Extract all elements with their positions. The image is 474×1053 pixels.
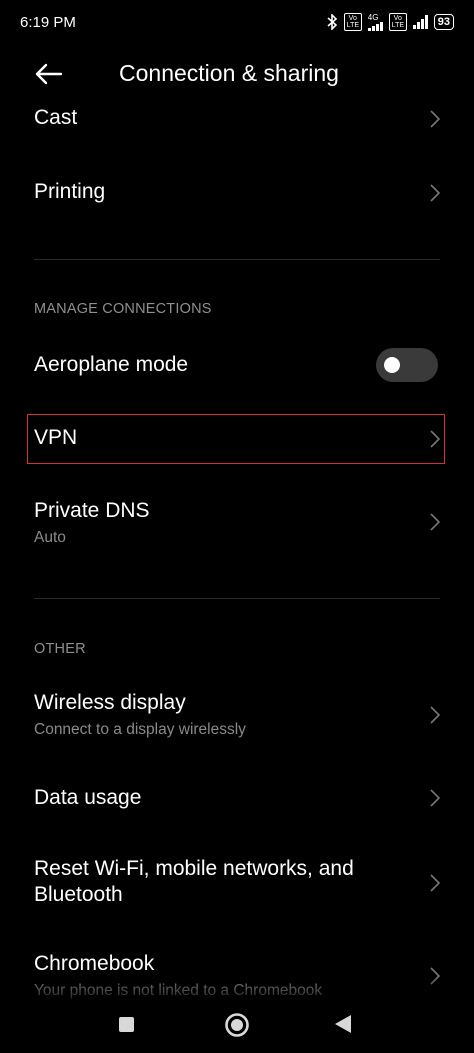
chevron-right-icon	[430, 110, 440, 128]
recents-square-icon[interactable]	[118, 1016, 135, 1033]
data-usage-item[interactable]: Data usage	[0, 786, 474, 816]
navigation-bar	[0, 1000, 474, 1053]
vpn-item[interactable]: VPN	[0, 426, 474, 456]
home-circle-icon[interactable]	[224, 1012, 250, 1038]
status-bar: 6:19 PM Vo LTE 4G Vo LTE 93	[0, 0, 474, 44]
bluetooth-icon	[327, 14, 337, 30]
reset-network-item[interactable]: Reset Wi-Fi, mobile networks, and Blueto…	[0, 857, 474, 911]
chromebook-item[interactable]: Chromebook Your phone is not linked to a…	[0, 952, 474, 1002]
reset-network-label-line2: Bluetooth	[34, 883, 123, 906]
private-dns-value: Auto	[34, 529, 66, 546]
reset-network-label-line1: Reset Wi-Fi, mobile networks, and	[34, 857, 354, 880]
chromebook-label: Chromebook	[34, 952, 155, 975]
status-icons: Vo LTE 4G Vo LTE 93	[326, 13, 454, 31]
printing-label: Printing	[34, 180, 106, 203]
chevron-right-icon	[430, 967, 440, 985]
aeroplane-mode-toggle[interactable]	[376, 348, 438, 382]
data-usage-label: Data usage	[34, 786, 142, 809]
signal-strength-icon	[367, 22, 383, 31]
volte-icon-2: Vo LTE	[388, 13, 407, 31]
divider	[34, 598, 440, 599]
section-header-other: OTHER	[34, 641, 86, 657]
status-time: 6:19 PM	[20, 13, 76, 31]
toggle-knob	[384, 357, 400, 373]
vpn-label: VPN	[34, 426, 78, 449]
network-type-label: 4G	[367, 13, 379, 22]
section-header-manage-connections: MANAGE CONNECTIONS	[34, 301, 212, 317]
wireless-display-subtitle: Connect to a display wirelessly	[34, 721, 246, 738]
battery-level: 93	[437, 16, 450, 28]
private-dns-item[interactable]: Private DNS Auto	[0, 499, 474, 551]
divider	[34, 259, 440, 260]
page-title: Connection & sharing	[119, 60, 339, 86]
chevron-right-icon	[430, 706, 440, 724]
back-triangle-icon[interactable]	[334, 1014, 352, 1034]
app-header: Connection & sharing	[0, 52, 474, 98]
volte-icon: Vo LTE	[343, 13, 362, 31]
chevron-right-icon	[430, 789, 440, 807]
battery-icon: 93	[433, 14, 454, 30]
printing-item[interactable]: Printing	[0, 180, 474, 210]
signal-strength-icon-2	[412, 15, 428, 29]
chevron-right-icon	[430, 513, 440, 531]
cast-item[interactable]: Cast	[0, 106, 474, 136]
chevron-right-icon	[430, 184, 440, 202]
cast-label: Cast	[34, 106, 78, 129]
chevron-right-icon	[430, 430, 440, 448]
chromebook-subtitle: Your phone is not linked to a Chromebook	[34, 982, 323, 999]
chevron-right-icon	[430, 874, 440, 892]
wireless-display-item[interactable]: Wireless display Connect to a display wi…	[0, 691, 474, 743]
arrow-left-icon[interactable]	[33, 62, 63, 86]
private-dns-label: Private DNS	[34, 499, 150, 522]
wireless-display-label: Wireless display	[34, 691, 186, 714]
